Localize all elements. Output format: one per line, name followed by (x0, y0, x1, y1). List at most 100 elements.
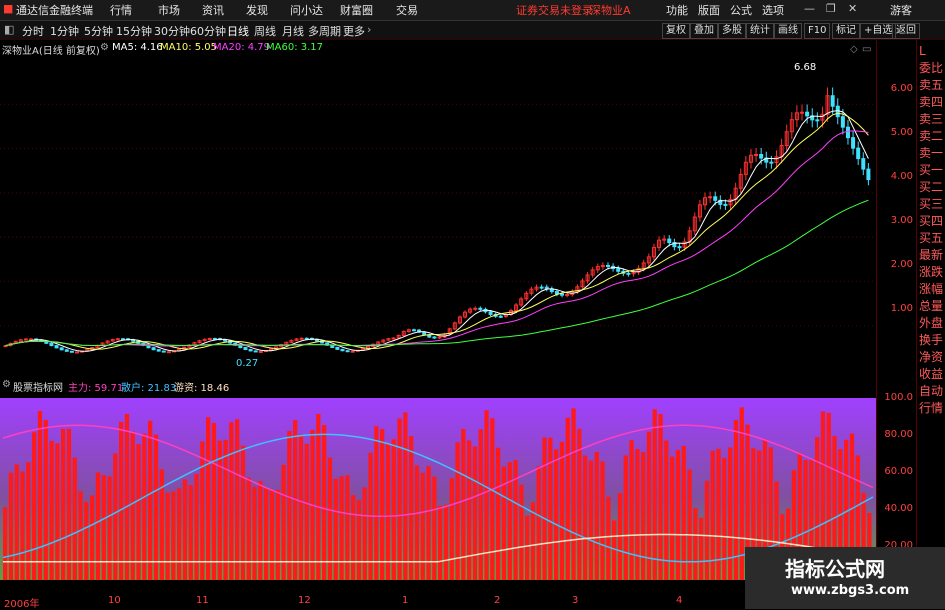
sidebar-item[interactable]: 外盘 (919, 316, 943, 331)
fuquan-button[interactable]: 复权 (662, 23, 690, 39)
menu-shichang[interactable]: 市场 (158, 2, 180, 18)
indicator-bar (165, 492, 170, 580)
indicator-bar (356, 499, 362, 580)
indicator-bar (525, 515, 530, 580)
indicator-bar (484, 410, 489, 580)
menu-jiaoyi[interactable]: 交易 (396, 2, 418, 18)
app-title: 通达信金融终端 (16, 4, 93, 17)
sidebar-item[interactable]: 卖一 (919, 146, 943, 161)
sidebar-item[interactable]: 涨跌 (919, 265, 943, 280)
period-30min[interactable]: 30分钟 (154, 23, 190, 39)
indicator-bar (409, 436, 414, 580)
menu-wenxiaoda[interactable]: 问小达 (290, 2, 323, 18)
sidebar-item[interactable]: 换手 (919, 333, 943, 348)
sidebar-item[interactable]: 收益 (919, 367, 943, 382)
sidebar-item[interactable]: 净资 (919, 350, 943, 365)
indicator-settings-icon[interactable]: ⚙ (2, 379, 11, 390)
indicator-bar (664, 440, 669, 580)
period-1min[interactable]: 1分钟 (50, 23, 79, 39)
chevron-right-icon[interactable]: › (367, 23, 371, 36)
ma5-legend: MA5: 4.16 (112, 42, 163, 53)
indicator-bar (414, 465, 420, 580)
sidebar-item[interactable]: 最新 (919, 248, 943, 263)
indicator-bar (362, 487, 367, 580)
menu-caifuquan[interactable]: 财富圈 (340, 2, 373, 18)
candle-body (345, 350, 350, 353)
huaxian-button[interactable]: 画线 (774, 23, 802, 39)
indicator-bar (606, 496, 611, 580)
menu-xuanxiang[interactable]: 选项 (762, 2, 784, 18)
sidebar-item[interactable]: 自动 (919, 384, 943, 399)
candle-body (498, 315, 503, 318)
menu-zixun[interactable]: 资讯 (202, 2, 224, 18)
price-chart-panel[interactable]: 深物业A(日线 前复权) ⚙ MA5: 4.16 MA10: 5.05 MA20… (0, 40, 876, 378)
indicator-bar (600, 461, 605, 580)
add-favorite-button[interactable]: +自选 (860, 23, 897, 39)
diejia-button[interactable]: 叠加 (690, 23, 718, 39)
high-price-label: 6.68 (794, 62, 817, 73)
sidebar-item[interactable]: 卖五 (919, 78, 943, 93)
sidebar-item[interactable]: 委比 (919, 61, 943, 76)
sidebar-item[interactable]: 买四 (919, 214, 943, 229)
sidebar-item[interactable]: 卖三 (919, 112, 943, 127)
broker-notice[interactable]: 证券交易未登录 (516, 2, 593, 18)
toggle-panel-icon[interactable]: ◧ (4, 23, 14, 36)
indicator-bar (142, 433, 147, 580)
sidebar-item[interactable]: 买一 (919, 163, 943, 178)
indicator-bar (136, 444, 141, 580)
sidebar-item[interactable]: 买五 (919, 231, 943, 246)
period-15min[interactable]: 15分钟 (116, 23, 152, 39)
settings-icon[interactable]: ⚙ (100, 42, 109, 53)
period-multi[interactable]: 多周期 (308, 23, 341, 39)
sidebar-item[interactable]: 卖二 (919, 129, 943, 144)
menu-gongshi[interactable]: 公式 (730, 2, 752, 18)
indicator-bar (542, 437, 547, 580)
y-tick: 3.00 (890, 215, 913, 226)
candle-body (207, 338, 212, 341)
period-daily[interactable]: 日线 (227, 23, 249, 39)
menu-banmian[interactable]: 版面 (698, 2, 720, 18)
candle-body (539, 286, 544, 289)
period-more[interactable]: 更多 (343, 23, 365, 39)
close-icon[interactable]: ✕ (848, 2, 857, 15)
sidebar-item[interactable]: 买二 (919, 180, 943, 195)
tongji-button[interactable]: 统计 (746, 23, 774, 39)
diamond-icon[interactable]: ◇ (850, 44, 858, 55)
period-5min[interactable]: 5分钟 (84, 23, 113, 39)
restore-icon[interactable]: ❐ (826, 2, 836, 15)
candlestick-chart[interactable] (0, 40, 876, 378)
sidebar-item[interactable]: 卖四 (919, 95, 943, 110)
biaoji-button[interactable]: 标记 (832, 23, 860, 39)
indicator-bar (130, 431, 135, 580)
menu-hangqing[interactable]: 行情 (110, 2, 132, 18)
price-panel-title: 深物业A(日线 前复权) (2, 46, 100, 57)
sidebar-item[interactable]: 买三 (919, 197, 943, 212)
period-60min[interactable]: 60分钟 (190, 23, 226, 39)
candle-body (243, 347, 248, 351)
candle-body (723, 203, 728, 206)
user-label[interactable]: 游客 (890, 2, 912, 18)
minimize-icon[interactable]: — (804, 2, 815, 15)
indicator-bar (217, 440, 222, 580)
expand-icon[interactable]: ▭ (862, 44, 871, 55)
sidebar-item[interactable]: 行情 (919, 401, 943, 416)
sidebar-item[interactable]: 总量 (919, 299, 943, 314)
menu-faxian[interactable]: 发现 (246, 2, 268, 18)
period-fenshi[interactable]: 分时 (22, 23, 44, 39)
indicator-bar (699, 517, 704, 580)
back-button[interactable]: 返回 (892, 23, 920, 39)
indicator-bar (345, 475, 350, 580)
period-monthly[interactable]: 月线 (282, 23, 304, 39)
duogu-button[interactable]: 多股 (718, 23, 746, 39)
sidebar-item[interactable]: L (919, 44, 926, 59)
candle-body (115, 338, 120, 341)
date-tick: 2006年 (4, 599, 40, 610)
candle-body (565, 293, 570, 296)
menu-gongneng[interactable]: 功能 (666, 2, 688, 18)
candle-body (560, 293, 565, 296)
period-weekly[interactable]: 周线 (254, 23, 276, 39)
sidebar-item[interactable]: 涨幅 (919, 282, 943, 297)
indicator-bar (693, 508, 698, 580)
f10-button[interactable]: F10 (804, 23, 831, 39)
indicator-legend-bar: ⚙ 股票指标网 主力: 59.71 散户: 21.83 游资: 18.46 (0, 379, 876, 394)
